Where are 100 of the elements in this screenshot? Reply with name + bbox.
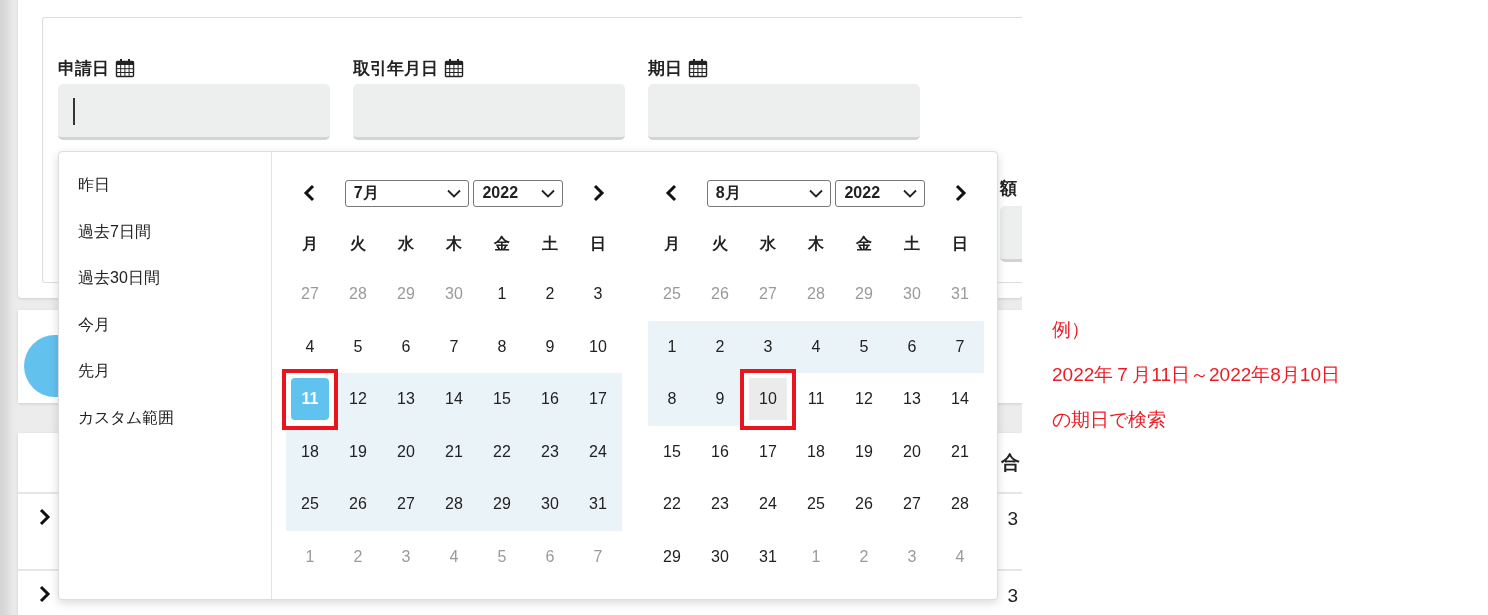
caret-icon [541, 188, 556, 198]
range-option[interactable]: 昨日 [59, 173, 271, 220]
day-cell[interactable]: 13 [893, 378, 931, 421]
year-select[interactable]: 2022 [835, 179, 926, 207]
expand-chevron-icon[interactable] [38, 584, 52, 604]
day-cell[interactable]: 20 [387, 430, 425, 473]
day-cell[interactable]: 3 [749, 325, 787, 368]
day-cell[interactable]: 14 [941, 378, 979, 421]
day-cell[interactable]: 31 [579, 483, 617, 526]
previous-month-icon[interactable] [302, 184, 317, 202]
weekday-label: 月 [664, 233, 680, 254]
day-cell[interactable]: 17 [749, 430, 787, 473]
weekday-label: 日 [952, 233, 968, 254]
range-option[interactable]: 過去30日間 [59, 266, 271, 313]
day-cell[interactable]: 17 [579, 378, 617, 421]
day-cell[interactable]: 4 [291, 325, 329, 368]
day-cell[interactable]: 3 [579, 273, 617, 316]
month-select[interactable]: 8月 [706, 179, 832, 207]
day-cell[interactable]: 10 [579, 325, 617, 368]
day-cell[interactable]: 8 [653, 378, 691, 421]
calendar-icon[interactable] [688, 58, 708, 78]
day-cell[interactable]: 12 [845, 378, 883, 421]
day-cell[interactable]: 2 [701, 325, 739, 368]
field-label: 申請日 [58, 57, 109, 80]
day-cell[interactable]: 31 [749, 535, 787, 578]
caret-icon [447, 188, 462, 198]
day-cell[interactable]: 22 [483, 430, 521, 473]
day-cell[interactable]: 15 [653, 430, 691, 473]
weekday-label: 火 [712, 233, 728, 254]
day-cell[interactable]: 2 [531, 273, 569, 316]
caret-icon [809, 188, 824, 198]
day-cell[interactable]: 16 [701, 430, 739, 473]
day-cell[interactable]: 7 [941, 325, 979, 368]
day-cell[interactable]: 22 [653, 483, 691, 526]
date-field[interactable] [353, 84, 625, 140]
day-cell[interactable]: 20 [893, 430, 931, 473]
weekday-label: 金 [856, 233, 872, 254]
weekday-label: 木 [446, 233, 462, 254]
day-cell[interactable]: 21 [435, 430, 473, 473]
day-cell[interactable]: 10 [749, 378, 787, 421]
day-cell[interactable]: 30 [531, 483, 569, 526]
day-cell[interactable]: 6 [387, 325, 425, 368]
day-cell[interactable]: 6 [893, 325, 931, 368]
date-field[interactable] [648, 84, 920, 140]
day-cell[interactable]: 5 [845, 325, 883, 368]
field-label: 取引年月日 [353, 57, 438, 80]
day-cell[interactable]: 5 [339, 325, 377, 368]
previous-month-icon[interactable] [664, 184, 679, 202]
day-cell[interactable]: 25 [797, 483, 835, 526]
day-cell[interactable]: 12 [339, 378, 377, 421]
caret-icon [903, 188, 918, 198]
month-select[interactable]: 7月 [344, 179, 470, 207]
next-month-icon[interactable] [953, 184, 968, 202]
day-cell[interactable]: 24 [749, 483, 787, 526]
day-cell[interactable]: 30 [701, 535, 739, 578]
day-cell[interactable]: 28 [435, 483, 473, 526]
day-cell[interactable]: 14 [435, 378, 473, 421]
field-label: 期日 [648, 57, 682, 80]
range-option[interactable]: 先月 [59, 359, 271, 406]
next-month-icon[interactable] [591, 184, 606, 202]
day-cell[interactable]: 7 [435, 325, 473, 368]
range-option[interactable]: カスタム範囲 [59, 405, 271, 452]
day-cell[interactable]: 25 [291, 483, 329, 526]
day-cell[interactable]: 23 [531, 430, 569, 473]
day-cell[interactable]: 9 [701, 378, 739, 421]
day-cell[interactable]: 27 [893, 483, 931, 526]
day-cell[interactable]: 15 [483, 378, 521, 421]
day-cell[interactable]: 1 [483, 273, 521, 316]
table-cell: 3 [1007, 508, 1018, 530]
day-cell[interactable]: 26 [845, 483, 883, 526]
day-cell[interactable]: 29 [653, 535, 691, 578]
day-cell[interactable]: 11 [797, 378, 835, 421]
weekday-label: 金 [494, 233, 510, 254]
day-cell[interactable]: 16 [531, 378, 569, 421]
day-cell[interactable]: 29 [483, 483, 521, 526]
range-option[interactable]: 過去7日間 [59, 219, 271, 266]
calendar-icon[interactable] [115, 58, 135, 78]
day-cell[interactable]: 8 [483, 325, 521, 368]
range-option[interactable]: 今月 [59, 312, 271, 359]
day-cell[interactable]: 4 [797, 325, 835, 368]
day-cell[interactable]: 26 [339, 483, 377, 526]
day-cell[interactable]: 13 [387, 378, 425, 421]
day-cell[interactable]: 27 [387, 483, 425, 526]
weekday-label: 土 [904, 233, 920, 254]
day-cell[interactable]: 24 [579, 430, 617, 473]
day-cell[interactable]: 19 [845, 430, 883, 473]
day-cell[interactable]: 18 [797, 430, 835, 473]
day-cell[interactable]: 28 [941, 483, 979, 526]
expand-chevron-icon[interactable] [38, 507, 52, 527]
day-cell[interactable]: 21 [941, 430, 979, 473]
day-cell[interactable]: 23 [701, 483, 739, 526]
day-cell[interactable]: 19 [339, 430, 377, 473]
year-select[interactable]: 2022 [473, 179, 564, 207]
calendar-icon[interactable] [444, 58, 464, 78]
day-cell[interactable]: 18 [291, 430, 329, 473]
annotation-text: の期日で検索 [1052, 408, 1167, 432]
date-field[interactable] [58, 84, 330, 140]
annotation-text: 例） [1052, 318, 1091, 342]
day-cell[interactable]: 9 [531, 325, 569, 368]
day-cell[interactable]: 1 [653, 325, 691, 368]
